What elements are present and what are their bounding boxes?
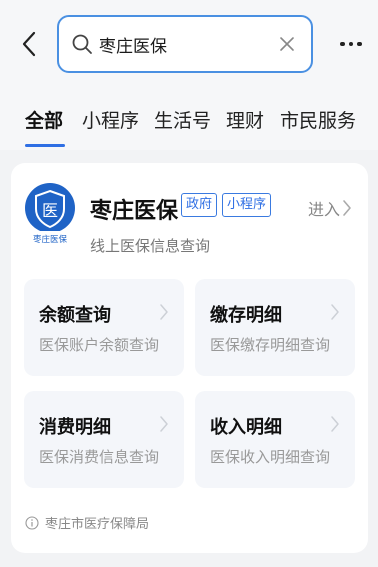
result-subtitle: 线上医保信息查询 — [90, 237, 211, 255]
chevron-right-icon — [343, 200, 351, 216]
tile-title: 收入明细 — [210, 417, 282, 438]
tab-finance[interactable]: 理财 — [226, 106, 264, 133]
tab-bar: 全部 小程序 生活号 理财 市民服务 — [0, 100, 378, 150]
tile-desc: 医保账户余额查询 — [39, 336, 160, 354]
enter-label: 进入 — [308, 200, 341, 219]
logo-caption: 枣庄医保 — [33, 234, 68, 245]
close-icon — [280, 37, 294, 51]
result-card[interactable]: 医 枣庄医保 枣庄医保 政府 小程序 进入 线上医保信息查询 余额查询 医保账户… — [11, 163, 368, 553]
top-bar: 枣庄医保 全部 小程序 生活号 理财 市民服务 — [0, 0, 378, 150]
info-icon — [25, 515, 39, 530]
more-button[interactable] — [336, 30, 366, 58]
chevron-right-icon — [160, 304, 168, 320]
search-icon — [71, 33, 93, 55]
tile-deposit-details[interactable]: 缴存明细 医保缴存明细查询 — [195, 279, 355, 376]
tile-title: 缴存明细 — [210, 305, 282, 326]
provider-footer: 枣庄市医疗保障局 — [25, 513, 149, 532]
provider-name: 枣庄市医疗保障局 — [45, 517, 150, 532]
result-title: 枣庄医保 — [90, 199, 179, 224]
tag-government: 政府 — [181, 193, 218, 217]
app-logo: 医 枣庄医保 — [24, 182, 76, 246]
chevron-right-icon — [331, 416, 339, 432]
tile-title: 余额查询 — [39, 305, 111, 326]
tile-desc: 医保收入明细查询 — [210, 448, 331, 466]
chevron-right-icon — [160, 416, 168, 432]
tab-citizen-services[interactable]: 市民服务 — [280, 106, 356, 133]
tile-spending-details[interactable]: 消费明细 医保消费信息查询 — [24, 391, 184, 488]
logo-glyph: 医 — [42, 201, 58, 220]
enter-button[interactable]: 进入 — [308, 196, 352, 220]
tile-desc: 医保消费信息查询 — [39, 448, 160, 466]
tile-balance-query[interactable]: 余额查询 医保账户余额查询 — [24, 279, 184, 376]
tab-all[interactable]: 全部 — [25, 106, 63, 133]
more-dots-icon — [340, 41, 345, 47]
tab-life-account[interactable]: 生活号 — [154, 106, 211, 133]
tile-income-details[interactable]: 收入明细 医保收入明细查询 — [195, 391, 355, 488]
tag-mini-program: 小程序 — [222, 193, 272, 217]
clear-search-button[interactable] — [273, 30, 301, 58]
tile-desc: 医保缴存明细查询 — [210, 336, 331, 354]
tab-mini-program[interactable]: 小程序 — [82, 106, 139, 133]
chevron-left-icon — [22, 31, 36, 57]
tile-title: 消费明细 — [39, 417, 111, 438]
active-tab-indicator — [25, 144, 65, 147]
search-input[interactable]: 枣庄医保 — [99, 32, 273, 57]
back-button[interactable] — [14, 26, 44, 62]
chevron-right-icon — [331, 304, 339, 320]
search-field[interactable]: 枣庄医保 — [57, 15, 313, 73]
